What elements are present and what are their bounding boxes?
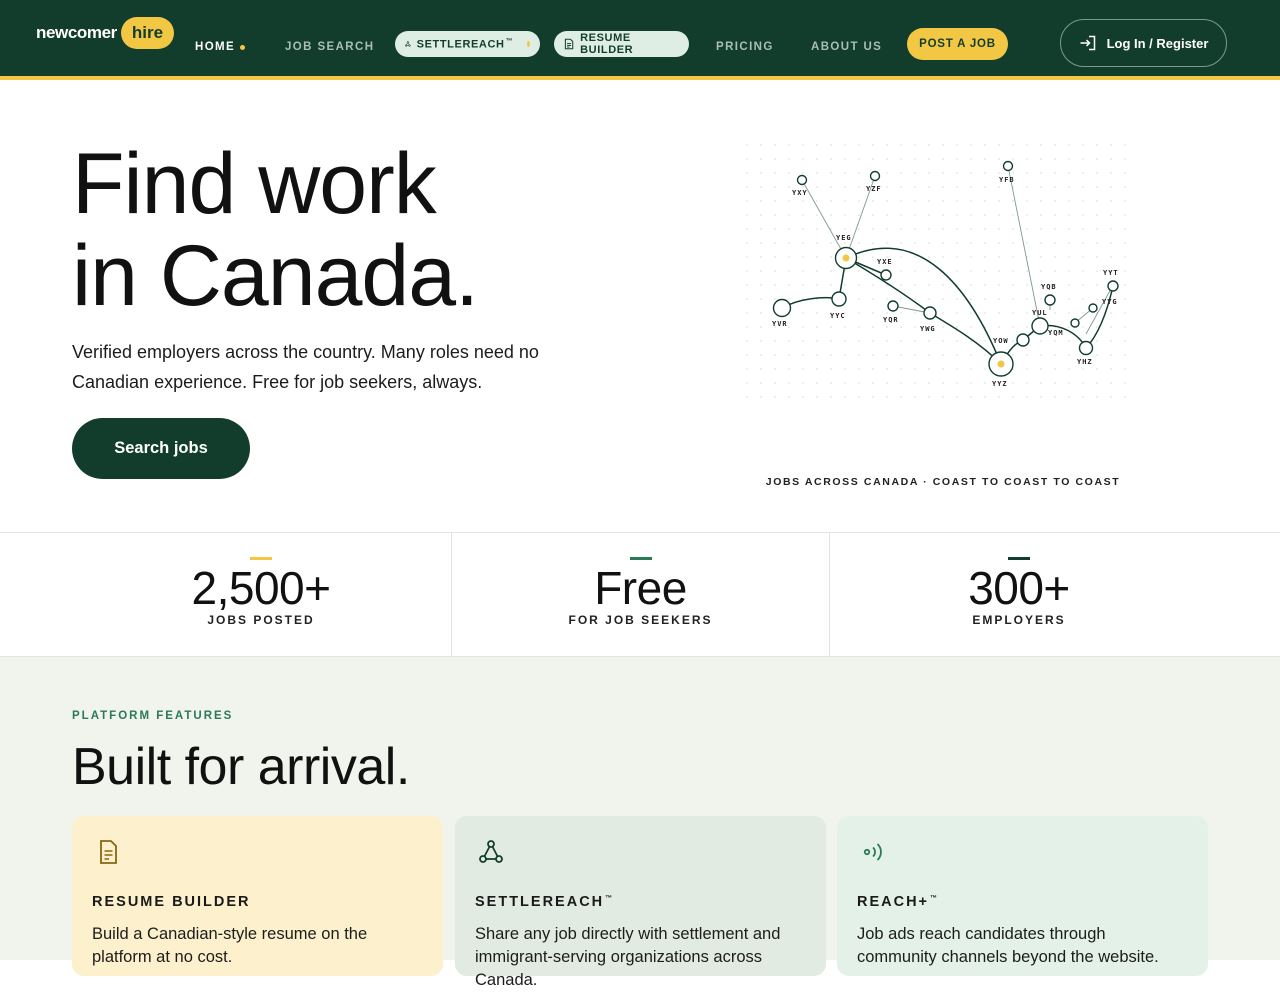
settlereach-chip-label: SETTLEREACH™ [416, 37, 514, 51]
card-title: REACH+™ [857, 894, 940, 910]
top-navigation: newcomer hire HOME JOB SEARCH SETTLEREAC… [0, 0, 1280, 80]
feature-card-resume-builder[interactable]: RESUME BUILDER Build a Canadian-style re… [72, 816, 443, 976]
stat-label: FOR JOB SEEKERS [568, 613, 713, 627]
nav-resume-builder-chip[interactable]: RESUME BUILDER [554, 31, 689, 57]
login-label: Log In / Register [1106, 35, 1209, 51]
card-text: Share any job directly with settlement a… [475, 925, 781, 989]
hero-title-line2: in Canada. [72, 228, 479, 324]
city-label: YYT [1103, 269, 1119, 277]
city-label: YOW [993, 337, 1009, 345]
city-label: YYG [1102, 298, 1118, 306]
network-icon [479, 840, 503, 863]
city-label: YVR [772, 320, 788, 328]
city-label: YHZ [1077, 358, 1093, 366]
hub-marker-yeg [842, 254, 850, 262]
login-register-button[interactable]: Log In / Register [1060, 19, 1227, 67]
city-label: YQB [1041, 283, 1057, 291]
stat-value: 300+ [968, 562, 1070, 614]
stat-employers: 300+ EMPLOYERS [830, 533, 1208, 657]
hero-title-line1: Find work [72, 136, 437, 232]
hub-marker-yyz [997, 360, 1005, 368]
nav-settlereach-chip[interactable]: SETTLEREACH™ [395, 31, 540, 57]
stat-accent-mark [250, 557, 272, 560]
card-title: RESUME BUILDER [92, 894, 251, 910]
network-icon [405, 41, 411, 47]
nav-pricing[interactable]: PRICING [716, 41, 774, 53]
city-label: YEG [836, 234, 852, 242]
stat-label: JOBS POSTED [207, 613, 315, 627]
feature-card-settlereach[interactable]: SETTLEREACH™ Share any job directly with… [455, 816, 826, 989]
map-caption: JOBS ACROSS CANADA · COAST TO COAST TO C… [765, 476, 1121, 488]
nav-about-us[interactable]: ABOUT US [811, 41, 882, 53]
city-label: YQR [883, 316, 899, 324]
login-icon [1080, 35, 1095, 51]
logo-text: newcomer [36, 23, 117, 42]
city-label: YWG [920, 325, 936, 333]
stats-bar: 2,500+ JOBS POSTED Free FOR JOB SEEKERS … [0, 532, 1280, 657]
stat-jobs-posted: 2,500+ JOBS POSTED [72, 533, 450, 657]
stat-value: 2,500+ [191, 562, 331, 614]
features-eyebrow: PLATFORM FEATURES [72, 710, 234, 722]
active-indicator-dot [240, 45, 245, 50]
resume-chip-label: RESUME BUILDER [580, 32, 634, 56]
card-text: Job ads reach candidates through communi… [857, 925, 1159, 966]
document-icon [100, 840, 117, 864]
nav-job-search[interactable]: JOB SEARCH [285, 41, 374, 53]
features-section: PLATFORM FEATURES Built for arrival. RES… [0, 657, 1280, 989]
new-badge-dot [527, 41, 530, 47]
post-a-job-button[interactable]: POST A JOB [907, 28, 1008, 60]
city-label: YUL [1032, 309, 1048, 317]
stat-accent-mark [629, 557, 652, 560]
search-jobs-button[interactable]: Search jobs [72, 418, 250, 479]
document-icon [564, 38, 574, 50]
canada-jobs-map: YXY YZF YFB YEG YXE YVR YYC YQR YWG YOW … [740, 138, 1128, 408]
features-title: Built for arrival. [72, 738, 410, 796]
city-label: YYC [830, 312, 846, 320]
nav-home[interactable]: HOME [195, 41, 235, 53]
broadcast-icon [863, 843, 882, 861]
logo-pill: hire [120, 17, 175, 49]
city-label: YQM [1048, 329, 1064, 337]
card-title: SETTLEREACH™ [475, 894, 615, 910]
stat-label: EMPLOYERS [972, 613, 1066, 627]
city-label: YFB [999, 176, 1015, 184]
stat-accent-mark [1008, 557, 1030, 560]
city-label: YYZ [992, 380, 1008, 388]
city-label: YXY [792, 189, 808, 197]
feature-card-reach-plus[interactable]: REACH+™ Job ads reach candidates through… [837, 816, 1208, 976]
hero-subtitle: Verified employers across the country. M… [72, 342, 539, 392]
city-label: YXE [877, 258, 893, 266]
stat-free-for-seekers: Free FOR JOB SEEKERS [452, 533, 829, 657]
logo[interactable]: newcomer hire [36, 17, 175, 49]
card-text: Build a Canadian-style resume on the pla… [92, 925, 368, 966]
hero-title: Find work in Canada. [72, 136, 479, 324]
city-label: YZF [866, 185, 882, 193]
stat-value: Free [594, 562, 687, 614]
